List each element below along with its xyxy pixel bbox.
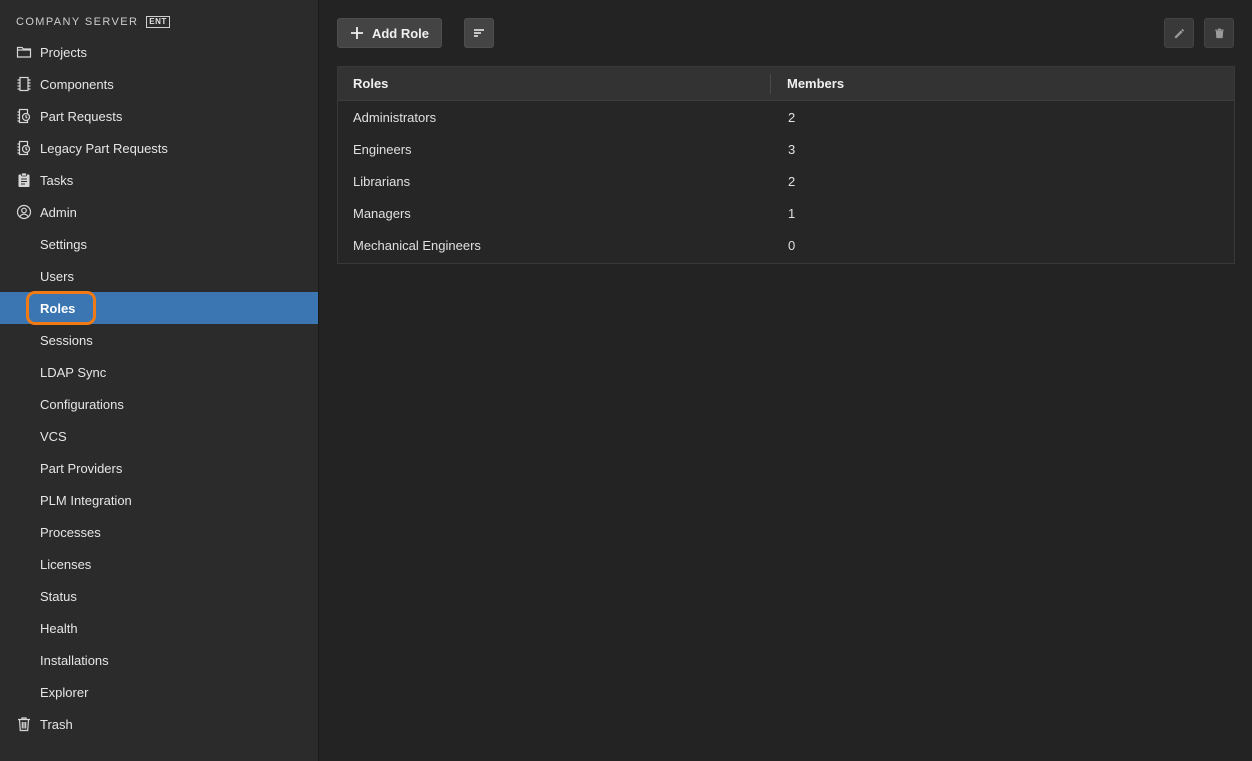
sidebar-item-processes[interactable]: Processes: [0, 516, 318, 548]
edit-button[interactable]: [1164, 18, 1194, 48]
member-count: 2: [788, 109, 796, 125]
sidebar-item-roles[interactable]: Roles: [0, 291, 318, 325]
column-header-roles[interactable]: Roles: [338, 73, 771, 94]
table-body: Administrators 2 Engineers 3 Librarians …: [338, 101, 1234, 263]
sidebar-item-admin[interactable]: Admin: [0, 196, 318, 228]
sidebar-nav: Projects Components Part Requests Legacy…: [0, 36, 318, 740]
sidebar-item-label: Processes: [40, 524, 101, 540]
sidebar-item-plm-integration[interactable]: PLM Integration: [0, 484, 318, 516]
toolbar: Add Role: [337, 18, 1234, 48]
plus-icon: [350, 26, 364, 40]
sidebar-item-label: LDAP Sync: [40, 364, 107, 380]
sidebar-item-label: Components: [40, 76, 114, 92]
sidebar-item-status[interactable]: Status: [0, 580, 318, 612]
main-panel: Add Role Roles Members Administrators 2 …: [319, 0, 1252, 761]
sidebar-item-label: Tasks: [40, 172, 74, 188]
table-row[interactable]: Administrators 2: [338, 101, 1234, 133]
role-name: Managers: [353, 205, 411, 221]
sidebar-item-settings[interactable]: Settings: [0, 228, 318, 260]
delete-button[interactable]: [1204, 18, 1234, 48]
table-row[interactable]: Librarians 2: [338, 165, 1234, 197]
roles-table: Roles Members Administrators 2 Engineers…: [337, 66, 1235, 264]
sidebar-item-label: Part Providers: [40, 460, 123, 476]
sidebar-item-part-requests[interactable]: Part Requests: [0, 100, 318, 132]
sidebar-item-label: Legacy Part Requests: [40, 140, 168, 156]
legacy-part-request-icon: [16, 140, 32, 156]
highlight-ring: [26, 291, 96, 325]
add-role-button[interactable]: Add Role: [337, 18, 442, 48]
sidebar-item-label: Settings: [40, 236, 87, 252]
sidebar-item-ldap-sync[interactable]: LDAP Sync: [0, 356, 318, 388]
sidebar-item-label: VCS: [40, 428, 67, 444]
sidebar-item-health[interactable]: Health: [0, 612, 318, 644]
app-window: COMPANY SERVER ENT Projects Components P…: [0, 0, 1252, 761]
sidebar-item-vcs[interactable]: VCS: [0, 420, 318, 452]
pencil-icon: [1173, 27, 1186, 40]
sidebar-item-label: Licenses: [40, 556, 92, 572]
member-count: 2: [788, 173, 796, 189]
sidebar-item-label: Installations: [40, 652, 109, 668]
member-count: 1: [788, 205, 796, 221]
sidebar-item-label: Projects: [40, 44, 87, 60]
sidebar-item-part-providers[interactable]: Part Providers: [0, 452, 318, 484]
sidebar-item-licenses[interactable]: Licenses: [0, 548, 318, 580]
sidebar-item-legacy-part-requests[interactable]: Legacy Part Requests: [0, 132, 318, 164]
member-count: 3: [788, 141, 796, 157]
sidebar-item-configurations[interactable]: Configurations: [0, 388, 318, 420]
table-row[interactable]: Mechanical Engineers 0: [338, 229, 1234, 261]
sidebar-item-installations[interactable]: Installations: [0, 644, 318, 676]
table-row[interactable]: Managers 1: [338, 197, 1234, 229]
folder-icon: [16, 44, 32, 60]
sidebar-item-label: Admin: [40, 204, 77, 220]
sidebar-item-label: PLM Integration: [40, 492, 132, 508]
trash-icon: [1213, 27, 1226, 40]
role-name: Mechanical Engineers: [353, 237, 481, 253]
role-name: Engineers: [353, 141, 412, 157]
clipboard-icon: [16, 172, 32, 188]
brand-title: COMPANY SERVER: [16, 16, 139, 28]
sidebar-item-label: Users: [40, 268, 74, 284]
add-role-label: Add Role: [371, 25, 430, 41]
sidebar-item-label: Explorer: [40, 684, 89, 700]
sort-icon: [472, 26, 486, 40]
sidebar-item-trash[interactable]: Trash: [0, 708, 318, 740]
sidebar-item-label: Status: [40, 588, 77, 604]
sidebar-item-components[interactable]: Components: [0, 68, 318, 100]
table-row[interactable]: Engineers 3: [338, 133, 1234, 165]
role-name: Librarians: [353, 173, 411, 189]
sidebar-item-label: Configurations: [40, 396, 124, 412]
sidebar-item-label: Health: [40, 620, 78, 636]
sidebar-item-label: Trash: [40, 716, 73, 732]
role-name: Administrators: [353, 109, 437, 125]
sidebar-item-users[interactable]: Users: [0, 260, 318, 292]
sidebar-item-label: Part Requests: [40, 108, 123, 124]
sidebar: COMPANY SERVER ENT Projects Components P…: [0, 0, 319, 761]
sidebar-item-label: Sessions: [40, 332, 93, 348]
sidebar-item-explorer[interactable]: Explorer: [0, 676, 318, 708]
member-count: 0: [788, 237, 796, 253]
edition-badge: ENT: [146, 16, 170, 28]
chip-icon: [16, 76, 32, 92]
user-circle-icon: [16, 204, 32, 220]
trash-icon: [16, 716, 32, 732]
part-request-icon: [16, 108, 32, 124]
sidebar-item-sessions[interactable]: Sessions: [0, 324, 318, 356]
sidebar-item-tasks[interactable]: Tasks: [0, 164, 318, 196]
sort-button[interactable]: [464, 18, 494, 48]
column-header-members[interactable]: Members: [771, 76, 844, 91]
sidebar-item-projects[interactable]: Projects: [0, 36, 318, 68]
table-header: Roles Members: [338, 67, 1234, 101]
